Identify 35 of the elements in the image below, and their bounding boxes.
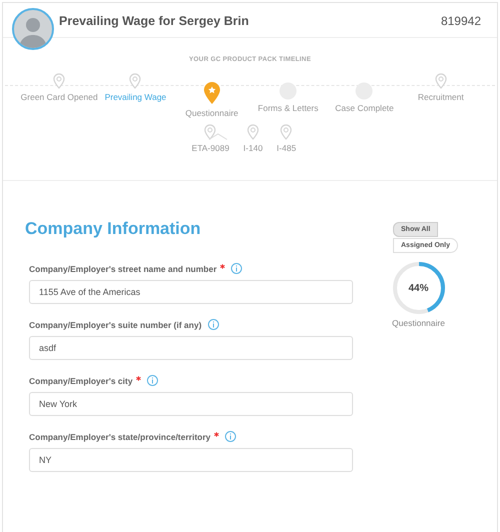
info-icon [230,263,242,274]
progress-label: Questionnaire [392,318,445,328]
map-pin-icon [246,124,259,140]
page-title: Prevailing Wage for Sergey Brin [59,14,250,28]
info-icon [146,375,158,386]
field-label: Company/Employer's city [29,376,133,386]
field-label: Company/Employer's street name and number [29,264,217,274]
input-field[interactable]: New York [29,392,353,416]
timeline-step[interactable]: Case Complete [335,103,394,113]
info-icon [224,431,236,442]
timeline-step[interactable]: Prevailing Wage [104,92,166,102]
timeline-substep[interactable]: I-485 [276,143,296,153]
input-field[interactable]: 1155 Ave of the Americas [29,280,353,304]
avatar [12,8,54,50]
timeline-substep[interactable]: ETA-9089 [192,143,230,153]
caret-icon [208,133,228,140]
info-icon [208,319,219,330]
timeline-step[interactable]: Green Card Opened [20,92,98,102]
timeline-step[interactable]: Forms & Letters [258,103,318,113]
timeline-step[interactable]: Questionnaire [185,108,238,118]
field-label: Company/Employer's suite number (if any) [29,320,202,330]
progress-percent: 44% [408,282,428,294]
timeline-step[interactable]: Recruitment [418,92,464,102]
field-label: Company/Employer's state/province/territory [29,432,211,442]
section-title: Company Information [25,219,202,239]
map-pin-icon [129,73,142,89]
map-pin-icon [434,73,447,89]
input-field[interactable]: NY [29,448,353,472]
input-field[interactable]: asdf [29,336,353,360]
map-pin-icon [53,73,66,89]
timeline-substep[interactable]: I-140 [243,143,263,153]
map-pin-icon [204,124,216,140]
map-pin-icon [280,124,292,140]
case-number: 819942 [440,14,481,28]
star-pin-icon [202,81,221,105]
